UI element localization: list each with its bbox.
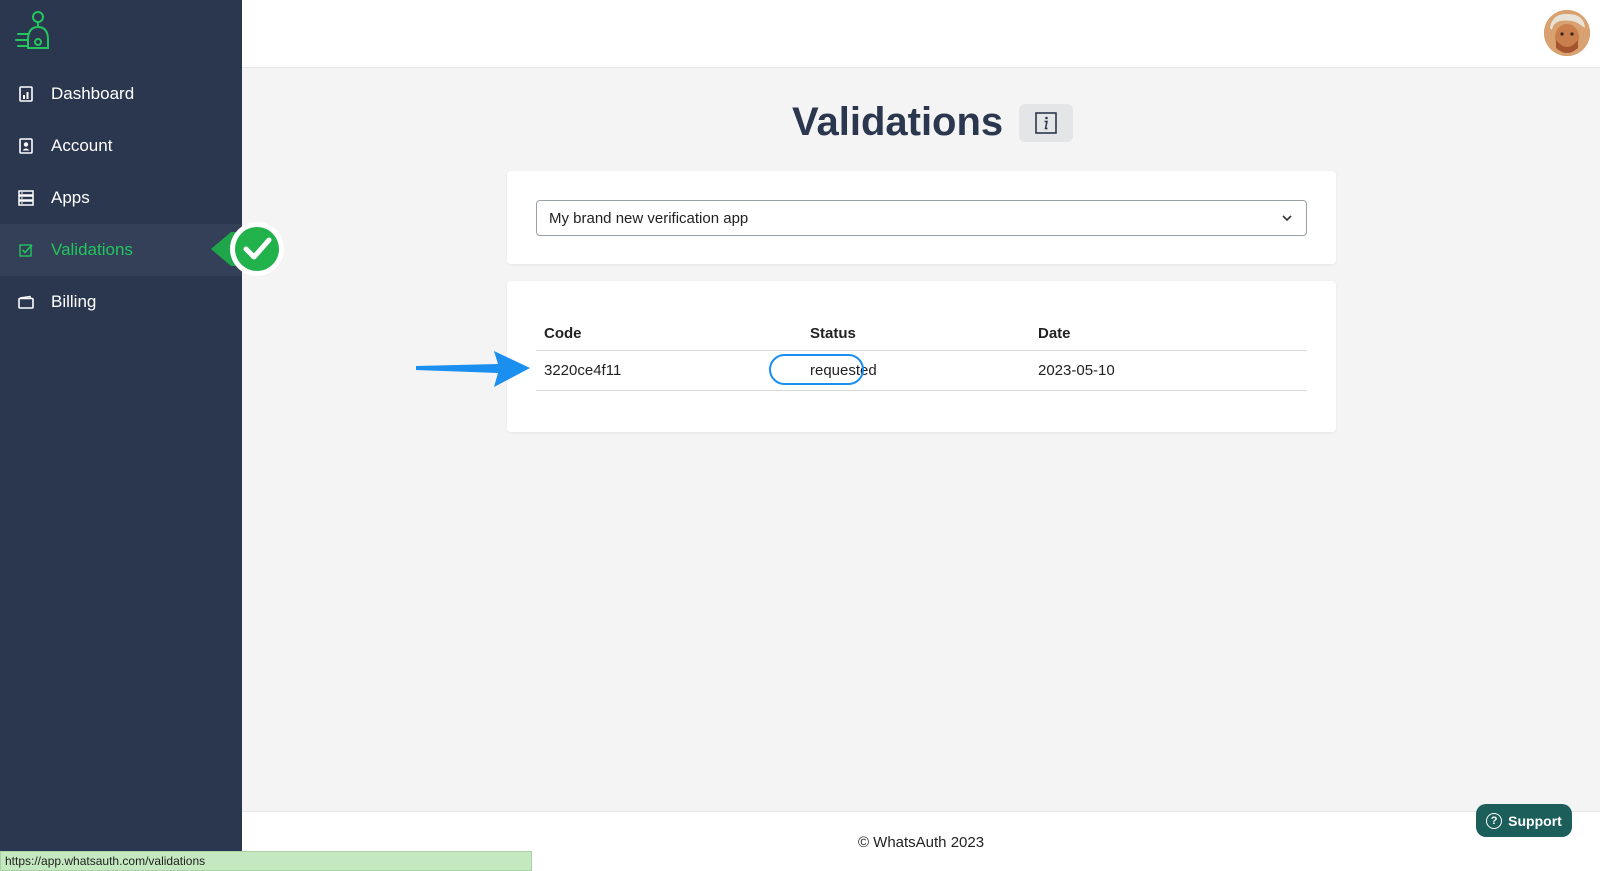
account-icon [18, 137, 34, 155]
sidebar-item-apps[interactable]: Apps [0, 172, 242, 224]
copyright-text: © WhatsAuth 2023 [857, 834, 985, 851]
info-button[interactable] [1019, 103, 1074, 142]
sidebar-item-dashboard[interactable]: Dashboard [0, 68, 242, 120]
chevron-down-icon [1282, 215, 1292, 222]
sidebar: Dashboard Account Apps Validations Billi… [0, 0, 242, 871]
whatsauth-logo[interactable] [14, 10, 58, 56]
dashboard-icon [18, 85, 34, 103]
page-header: Validations [792, 100, 1074, 145]
column-header-code: Code [544, 325, 582, 342]
user-avatar[interactable] [1544, 10, 1590, 56]
validations-table: Code Status Date 3220ce4f11 requested 20… [536, 317, 1307, 391]
blue-arrow-pointer-icon [416, 351, 530, 387]
help-icon: ? [1486, 812, 1503, 829]
validations-table-card: Code Status Date 3220ce4f11 requested 20… [507, 281, 1336, 432]
table-header-row: Code Status Date [536, 317, 1307, 351]
info-icon [1035, 111, 1057, 134]
sidebar-item-label: Billing [51, 292, 97, 311]
sidebar-item-label: Validations [51, 240, 133, 259]
sidebar-item-validations[interactable]: Validations [0, 224, 242, 276]
browser-status-url: https://app.whatsauth.com/validations [0, 851, 532, 871]
app-select-card: My brand new verification app [507, 171, 1336, 264]
table-row[interactable]: 3220ce4f11 requested 2023-05-10 [536, 351, 1307, 391]
support-button[interactable]: ? Support [1476, 804, 1572, 837]
cell-date: 2023-05-10 [1038, 362, 1115, 379]
apps-icon [18, 189, 34, 207]
app-select[interactable]: My brand new verification app [536, 200, 1307, 236]
sidebar-item-billing[interactable]: Billing [0, 276, 242, 328]
cell-code: 3220ce4f11 [544, 362, 622, 379]
sidebar-item-label: Apps [51, 188, 90, 207]
top-bar [242, 0, 1600, 68]
app-select-value: My brand new verification app [549, 209, 749, 227]
page-title: Validations [792, 100, 1004, 144]
sidebar-nav: Dashboard Account Apps Validations Billi… [0, 68, 242, 328]
column-header-status: Status [810, 325, 856, 342]
billing-icon [18, 293, 34, 311]
sidebar-item-account[interactable]: Account [0, 120, 242, 172]
status-highlight-outline [769, 354, 864, 385]
validations-icon [18, 241, 34, 259]
support-label: Support [1508, 812, 1562, 829]
green-checkmark-marker-icon [211, 222, 284, 276]
sidebar-item-label: Dashboard [51, 84, 135, 103]
column-header-date: Date [1038, 325, 1071, 342]
sidebar-item-label: Account [51, 136, 113, 155]
